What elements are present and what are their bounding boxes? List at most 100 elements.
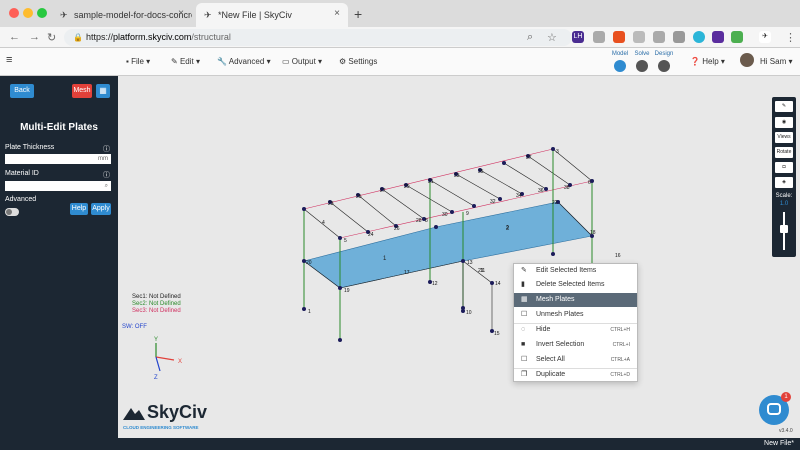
axis-triad: Y X Z	[154, 337, 182, 381]
pencil-icon[interactable]: ✎	[775, 101, 793, 112]
model-stage-icon	[614, 60, 626, 72]
duplicate-item[interactable]: ❐ Duplicate CTRL+D	[514, 368, 637, 382]
node-label: 24	[368, 232, 374, 238]
plate-thickness-label: Plate Thickness	[5, 144, 55, 151]
stage-model[interactable]: Model	[608, 51, 632, 72]
stage-design[interactable]: Design	[652, 51, 676, 72]
table-grid-icon[interactable]: ▦	[96, 84, 110, 98]
node-label: 4	[322, 220, 325, 226]
node-label: 8	[425, 218, 428, 224]
delete-selected-items-item[interactable]: ▮ Delete Selected Items	[514, 278, 637, 292]
browser-tab-sample-model[interactable]: ✈ sample-model-for-docs-concre ×	[52, 3, 192, 27]
apply-button[interactable]: Apply	[91, 203, 111, 215]
scale-slider-handle[interactable]	[780, 225, 788, 233]
menu-label: File	[131, 57, 144, 66]
status-footer: New File*	[0, 438, 800, 450]
rotate-button[interactable]: Rotate	[775, 147, 793, 158]
info-icon[interactable]: ⓘ	[103, 170, 110, 180]
menu-settings[interactable]: ⚙ Settings	[339, 57, 377, 66]
select-all-item[interactable]: ☐ Select All CTRL+A	[514, 353, 637, 367]
url-bar[interactable]: 🔒 https://platform.skyciv.com/structural	[64, 29, 572, 46]
extension-icon[interactable]	[673, 31, 685, 43]
plate-thickness-input[interactable]: mm	[5, 154, 111, 164]
close-tab-icon[interactable]: ×	[334, 8, 340, 19]
node-label: 20	[306, 260, 312, 266]
advanced-toggle[interactable]	[5, 208, 19, 216]
structure-view[interactable]: 1 2 3 4 5 6 8 9 10 11 12 13 14 15 16 17 …	[118, 76, 800, 438]
view-toolbar: ✎ ◉ Views Rotate ◘ ◈ Scale: 1.0	[772, 97, 796, 257]
user-name: Hi Sam	[760, 57, 787, 66]
unmesh-plates-item[interactable]: ☐ Unmesh Plates	[514, 308, 637, 322]
chat-support-button[interactable]: 1	[759, 392, 791, 425]
menu-help[interactable]: ❓ Help ▾	[690, 57, 725, 66]
maximize-window-button[interactable]	[37, 8, 47, 18]
help-button[interactable]: Help	[70, 203, 88, 215]
model-canvas[interactable]: 1 2 3 4 5 6 8 9 10 11 12 13 14 15 16 17 …	[118, 76, 800, 438]
design-stage-icon	[658, 60, 670, 72]
edit-selected-items-item[interactable]: ✎ Edit Selected Items	[514, 264, 637, 278]
info-icon[interactable]: ⓘ	[103, 144, 110, 154]
back-arrow-icon[interactable]: ←	[9, 31, 20, 43]
menu-item-label: Delete Selected Items	[536, 281, 605, 288]
node-label: 37	[526, 155, 532, 161]
mesh-plates-item[interactable]: ▦ Mesh Plates	[514, 293, 637, 307]
extension-icon[interactable]	[731, 31, 743, 43]
menu-file[interactable]: ▪ File ▾	[126, 57, 150, 66]
stage-label: Solve	[634, 51, 650, 57]
forward-arrow-icon[interactable]: →	[29, 31, 40, 43]
menu-edit[interactable]: ✎ Edit ▾	[171, 57, 200, 66]
node-label: 29	[404, 184, 410, 190]
hide-item[interactable]: ◌ Hide CTRL+H	[514, 323, 637, 337]
camera-icon[interactable]: ◘	[775, 162, 793, 173]
close-window-button[interactable]	[9, 8, 19, 18]
extension-icon[interactable]	[613, 31, 625, 43]
avatar[interactable]	[740, 53, 754, 67]
menu-item-label: Mesh Plates	[536, 296, 575, 303]
material-id-label: Material ID	[5, 170, 39, 177]
menu-label: Edit	[179, 57, 194, 66]
stage-solve[interactable]: Solve	[630, 51, 654, 72]
menu-output[interactable]: ▭ Output ▾	[282, 57, 322, 66]
extension-icon[interactable]	[633, 31, 645, 43]
extension-icon[interactable]	[693, 31, 705, 43]
url-prefix: https://	[86, 32, 114, 42]
bookmark-star-icon[interactable]: ☆	[547, 31, 557, 44]
browser-menu-icon[interactable]: ⋮	[785, 31, 796, 44]
cube-icon[interactable]: ◈	[775, 177, 793, 188]
views-button[interactable]: Views	[775, 132, 793, 143]
new-tab-icon[interactable]: +	[354, 6, 362, 22]
menu-label: Help	[702, 57, 719, 66]
node-label: 33	[454, 173, 460, 179]
extension-lh-icon[interactable]: LH	[572, 31, 584, 43]
node-label: 31	[428, 179, 434, 185]
extension-icon[interactable]	[593, 31, 605, 43]
skyciv-extension-icon[interactable]: ✈	[759, 31, 771, 43]
minimize-window-button[interactable]	[23, 8, 33, 18]
node-label: 12	[432, 281, 438, 287]
node-label: 15	[494, 331, 500, 337]
invert-icon: ■	[521, 341, 526, 348]
user-menu[interactable]: Hi Sam ▾	[760, 57, 792, 66]
extension-icon[interactable]	[712, 31, 724, 43]
extension-icon[interactable]	[653, 31, 665, 43]
menu-item-label: Unmesh Plates	[536, 311, 584, 318]
material-id-input[interactable]: ⌕	[5, 181, 111, 191]
menu-advanced[interactable]: 🔧 Advanced ▾	[217, 57, 271, 66]
close-tab-icon[interactable]: ×	[178, 8, 184, 19]
tab-title: *New File | SkyCiv	[218, 10, 292, 20]
search-icon: ⌕	[104, 183, 108, 189]
mesh-button[interactable]: Mesh	[72, 84, 92, 98]
back-button[interactable]: Back	[10, 84, 34, 98]
menu-label: Settings	[348, 57, 378, 66]
node-label: 32	[490, 199, 496, 205]
hamburger-menu-icon[interactable]: ≡	[6, 54, 12, 66]
invert-selection-item[interactable]: ■ Invert Selection CTRL+I	[514, 338, 637, 352]
browser-tab-new-file[interactable]: ✈ *New File | SkyCiv ×	[196, 3, 348, 27]
skyciv-favicon-icon: ✈	[60, 10, 68, 20]
stage-label: Design	[654, 51, 674, 57]
eye-icon[interactable]: ◉	[775, 117, 793, 128]
reload-icon[interactable]: ↻	[47, 31, 56, 44]
sec3-legend: Sec3: Not Defined	[132, 308, 181, 314]
node-label: 17	[404, 270, 410, 276]
zoom-icon[interactable]: ⌕	[527, 31, 533, 44]
